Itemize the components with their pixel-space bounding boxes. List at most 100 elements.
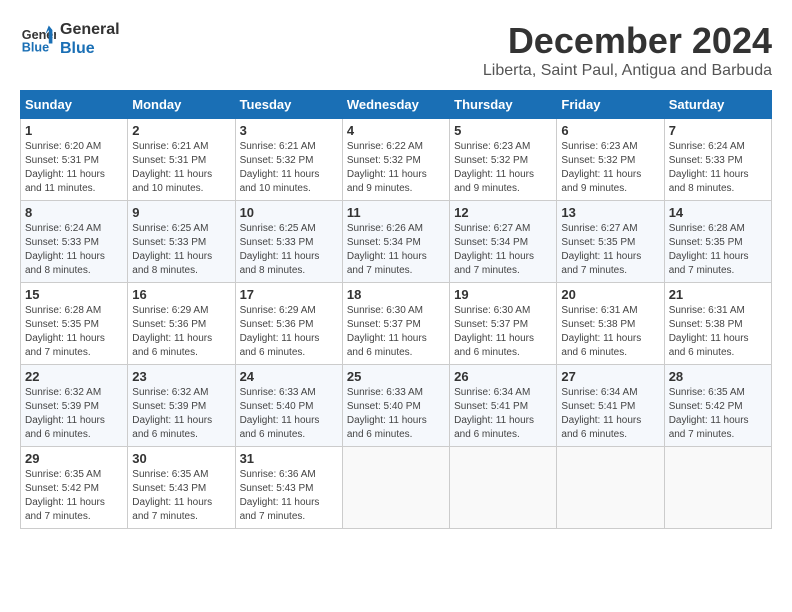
day-number: 24 bbox=[240, 369, 338, 384]
table-row: 28 Sunrise: 6:35 AMSunset: 5:42 PMDaylig… bbox=[664, 365, 771, 447]
day-number: 23 bbox=[132, 369, 230, 384]
day-number: 30 bbox=[132, 451, 230, 466]
table-row: 3 Sunrise: 6:21 AMSunset: 5:32 PMDayligh… bbox=[235, 119, 342, 201]
table-row: 2 Sunrise: 6:21 AMSunset: 5:31 PMDayligh… bbox=[128, 119, 235, 201]
day-number: 1 bbox=[25, 123, 123, 138]
table-row bbox=[450, 447, 557, 529]
table-row: 15 Sunrise: 6:28 AMSunset: 5:35 PMDaylig… bbox=[21, 283, 128, 365]
table-row: 27 Sunrise: 6:34 AMSunset: 5:41 PMDaylig… bbox=[557, 365, 664, 447]
day-info: Sunrise: 6:31 AMSunset: 5:38 PMDaylight:… bbox=[669, 305, 749, 358]
table-row: 26 Sunrise: 6:34 AMSunset: 5:41 PMDaylig… bbox=[450, 365, 557, 447]
table-row: 9 Sunrise: 6:25 AMSunset: 5:33 PMDayligh… bbox=[128, 201, 235, 283]
table-row: 5 Sunrise: 6:23 AMSunset: 5:32 PMDayligh… bbox=[450, 119, 557, 201]
day-number: 21 bbox=[669, 287, 767, 302]
subtitle: Liberta, Saint Paul, Antigua and Barbuda bbox=[483, 62, 772, 80]
day-info: Sunrise: 6:31 AMSunset: 5:38 PMDaylight:… bbox=[561, 305, 641, 358]
day-info: Sunrise: 6:35 AMSunset: 5:43 PMDaylight:… bbox=[132, 469, 212, 522]
day-number: 26 bbox=[454, 369, 552, 384]
table-row: 11 Sunrise: 6:26 AMSunset: 5:34 PMDaylig… bbox=[342, 201, 449, 283]
logo-line2: Blue bbox=[60, 39, 120, 58]
logo: General Blue General Blue bbox=[20, 20, 120, 58]
table-row bbox=[342, 447, 449, 529]
title-section: December 2024 Liberta, Saint Paul, Antig… bbox=[483, 20, 772, 80]
calendar-week-row: 8 Sunrise: 6:24 AMSunset: 5:33 PMDayligh… bbox=[21, 201, 772, 283]
day-number: 12 bbox=[454, 205, 552, 220]
table-row: 4 Sunrise: 6:22 AMSunset: 5:32 PMDayligh… bbox=[342, 119, 449, 201]
day-number: 19 bbox=[454, 287, 552, 302]
day-number: 25 bbox=[347, 369, 445, 384]
col-sunday: Sunday bbox=[21, 91, 128, 119]
table-row: 6 Sunrise: 6:23 AMSunset: 5:32 PMDayligh… bbox=[557, 119, 664, 201]
day-info: Sunrise: 6:22 AMSunset: 5:32 PMDaylight:… bbox=[347, 141, 427, 194]
table-row: 20 Sunrise: 6:31 AMSunset: 5:38 PMDaylig… bbox=[557, 283, 664, 365]
table-row: 12 Sunrise: 6:27 AMSunset: 5:34 PMDaylig… bbox=[450, 201, 557, 283]
day-number: 29 bbox=[25, 451, 123, 466]
col-wednesday: Wednesday bbox=[342, 91, 449, 119]
day-info: Sunrise: 6:26 AMSunset: 5:34 PMDaylight:… bbox=[347, 223, 427, 276]
day-number: 18 bbox=[347, 287, 445, 302]
day-info: Sunrise: 6:24 AMSunset: 5:33 PMDaylight:… bbox=[25, 223, 105, 276]
table-row: 1 Sunrise: 6:20 AMSunset: 5:31 PMDayligh… bbox=[21, 119, 128, 201]
day-info: Sunrise: 6:24 AMSunset: 5:33 PMDaylight:… bbox=[669, 141, 749, 194]
day-info: Sunrise: 6:25 AMSunset: 5:33 PMDaylight:… bbox=[240, 223, 320, 276]
day-info: Sunrise: 6:33 AMSunset: 5:40 PMDaylight:… bbox=[347, 387, 427, 440]
day-info: Sunrise: 6:35 AMSunset: 5:42 PMDaylight:… bbox=[25, 469, 105, 522]
day-info: Sunrise: 6:29 AMSunset: 5:36 PMDaylight:… bbox=[240, 305, 320, 358]
day-info: Sunrise: 6:30 AMSunset: 5:37 PMDaylight:… bbox=[454, 305, 534, 358]
table-row: 13 Sunrise: 6:27 AMSunset: 5:35 PMDaylig… bbox=[557, 201, 664, 283]
day-number: 16 bbox=[132, 287, 230, 302]
day-info: Sunrise: 6:29 AMSunset: 5:36 PMDaylight:… bbox=[132, 305, 212, 358]
page-container: General Blue General Blue December 2024 … bbox=[20, 20, 772, 529]
logo-icon: General Blue bbox=[20, 21, 56, 57]
calendar-week-row: 1 Sunrise: 6:20 AMSunset: 5:31 PMDayligh… bbox=[21, 119, 772, 201]
day-info: Sunrise: 6:34 AMSunset: 5:41 PMDaylight:… bbox=[454, 387, 534, 440]
day-info: Sunrise: 6:20 AMSunset: 5:31 PMDaylight:… bbox=[25, 141, 105, 194]
day-number: 31 bbox=[240, 451, 338, 466]
table-row: 23 Sunrise: 6:32 AMSunset: 5:39 PMDaylig… bbox=[128, 365, 235, 447]
day-info: Sunrise: 6:21 AMSunset: 5:31 PMDaylight:… bbox=[132, 141, 212, 194]
table-row: 7 Sunrise: 6:24 AMSunset: 5:33 PMDayligh… bbox=[664, 119, 771, 201]
header-row: Sunday Monday Tuesday Wednesday Thursday… bbox=[21, 91, 772, 119]
day-number: 6 bbox=[561, 123, 659, 138]
calendar: Sunday Monday Tuesday Wednesday Thursday… bbox=[20, 90, 772, 529]
table-row: 25 Sunrise: 6:33 AMSunset: 5:40 PMDaylig… bbox=[342, 365, 449, 447]
calendar-week-row: 29 Sunrise: 6:35 AMSunset: 5:42 PMDaylig… bbox=[21, 447, 772, 529]
day-info: Sunrise: 6:32 AMSunset: 5:39 PMDaylight:… bbox=[132, 387, 212, 440]
table-row: 18 Sunrise: 6:30 AMSunset: 5:37 PMDaylig… bbox=[342, 283, 449, 365]
day-info: Sunrise: 6:32 AMSunset: 5:39 PMDaylight:… bbox=[25, 387, 105, 440]
day-number: 11 bbox=[347, 205, 445, 220]
day-info: Sunrise: 6:30 AMSunset: 5:37 PMDaylight:… bbox=[347, 305, 427, 358]
day-number: 10 bbox=[240, 205, 338, 220]
calendar-body: 1 Sunrise: 6:20 AMSunset: 5:31 PMDayligh… bbox=[21, 119, 772, 529]
day-number: 22 bbox=[25, 369, 123, 384]
table-row: 30 Sunrise: 6:35 AMSunset: 5:43 PMDaylig… bbox=[128, 447, 235, 529]
table-row: 16 Sunrise: 6:29 AMSunset: 5:36 PMDaylig… bbox=[128, 283, 235, 365]
logo-line1: General bbox=[60, 20, 120, 39]
col-thursday: Thursday bbox=[450, 91, 557, 119]
table-row bbox=[664, 447, 771, 529]
day-number: 13 bbox=[561, 205, 659, 220]
day-number: 15 bbox=[25, 287, 123, 302]
col-saturday: Saturday bbox=[664, 91, 771, 119]
day-number: 17 bbox=[240, 287, 338, 302]
day-info: Sunrise: 6:27 AMSunset: 5:34 PMDaylight:… bbox=[454, 223, 534, 276]
table-row: 10 Sunrise: 6:25 AMSunset: 5:33 PMDaylig… bbox=[235, 201, 342, 283]
calendar-week-row: 15 Sunrise: 6:28 AMSunset: 5:35 PMDaylig… bbox=[21, 283, 772, 365]
day-info: Sunrise: 6:28 AMSunset: 5:35 PMDaylight:… bbox=[25, 305, 105, 358]
day-number: 7 bbox=[669, 123, 767, 138]
table-row: 29 Sunrise: 6:35 AMSunset: 5:42 PMDaylig… bbox=[21, 447, 128, 529]
day-info: Sunrise: 6:35 AMSunset: 5:42 PMDaylight:… bbox=[669, 387, 749, 440]
table-row: 14 Sunrise: 6:28 AMSunset: 5:35 PMDaylig… bbox=[664, 201, 771, 283]
day-info: Sunrise: 6:25 AMSunset: 5:33 PMDaylight:… bbox=[132, 223, 212, 276]
calendar-header: Sunday Monday Tuesday Wednesday Thursday… bbox=[21, 91, 772, 119]
day-number: 9 bbox=[132, 205, 230, 220]
day-info: Sunrise: 6:28 AMSunset: 5:35 PMDaylight:… bbox=[669, 223, 749, 276]
day-number: 28 bbox=[669, 369, 767, 384]
day-info: Sunrise: 6:34 AMSunset: 5:41 PMDaylight:… bbox=[561, 387, 641, 440]
day-number: 14 bbox=[669, 205, 767, 220]
day-info: Sunrise: 6:33 AMSunset: 5:40 PMDaylight:… bbox=[240, 387, 320, 440]
day-info: Sunrise: 6:27 AMSunset: 5:35 PMDaylight:… bbox=[561, 223, 641, 276]
header: General Blue General Blue December 2024 … bbox=[20, 20, 772, 80]
main-title: December 2024 bbox=[483, 20, 772, 62]
day-number: 2 bbox=[132, 123, 230, 138]
